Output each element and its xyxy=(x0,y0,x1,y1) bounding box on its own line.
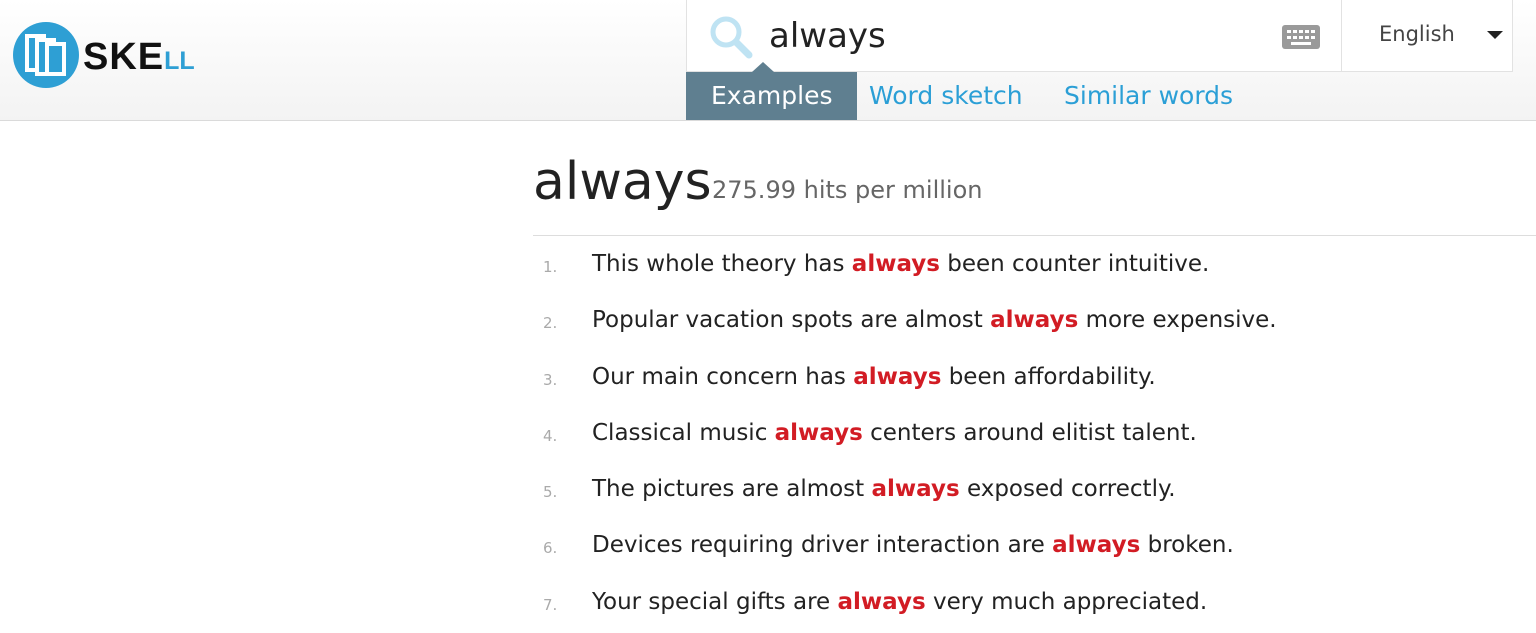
example-number: 3. xyxy=(543,370,558,389)
example-sentence: Classical music always centers around el… xyxy=(592,420,1197,446)
example-item: 6. Devices requiring driver interaction … xyxy=(533,519,1536,575)
sentence-after: broken. xyxy=(1140,532,1234,559)
logo-wordmark: SKELL xyxy=(83,38,195,76)
example-number: 1. xyxy=(543,258,558,276)
search-icon[interactable] xyxy=(707,13,755,61)
language-select[interactable]: English xyxy=(1341,0,1513,72)
example-sentence: The pictures are almost always exposed c… xyxy=(592,476,1176,502)
example-list: 1. This whole theory has always been cou… xyxy=(533,238,1536,632)
active-tab-pointer xyxy=(752,62,774,72)
example-number: 5. xyxy=(543,483,558,502)
sentence-before: This whole theory has xyxy=(592,251,852,277)
keyword-highlight: always xyxy=(774,419,863,446)
search-box xyxy=(686,0,1341,72)
language-selected-label: English xyxy=(1379,22,1455,46)
tab-examples[interactable]: Examples xyxy=(686,62,858,120)
logo-text-main: SKE xyxy=(83,36,165,78)
example-number: 2. xyxy=(543,314,558,333)
example-item: 3. Our main concern has always been affo… xyxy=(533,351,1536,407)
example-item: 7. Your special gifts are always very mu… xyxy=(533,576,1536,632)
example-sentence: Devices requiring driver interaction are… xyxy=(592,532,1234,558)
hits-per-million: 275.99 hits per million xyxy=(712,176,983,204)
sentence-before: Our main concern has xyxy=(592,363,854,390)
logo-text-accent: LL xyxy=(164,47,195,75)
divider xyxy=(533,235,1536,236)
example-item: 2. Popular vacation spots are almost alw… xyxy=(533,294,1536,350)
sentence-after: very much appreciated. xyxy=(925,588,1208,615)
example-sentence: This whole theory has always been counte… xyxy=(592,251,1209,277)
sentence-after: exposed correctly. xyxy=(959,476,1176,503)
example-number: 6. xyxy=(543,539,558,558)
example-number: 7. xyxy=(543,595,558,614)
sentence-before: The pictures are almost xyxy=(592,476,872,503)
tab-word-sketch[interactable]: Word sketch xyxy=(869,72,1023,120)
keyword-highlight: always xyxy=(990,307,1079,334)
sentence-before: Your special gifts are xyxy=(592,588,838,615)
sentence-after: more expensive. xyxy=(1078,307,1277,334)
sentence-before: Classical music xyxy=(592,419,775,446)
search-input[interactable] xyxy=(769,10,1249,62)
example-sentence: Our main concern has always been afforda… xyxy=(592,364,1156,390)
example-item: 5. The pictures are almost always expose… xyxy=(533,463,1536,519)
example-item: 1. This whole theory has always been cou… xyxy=(533,238,1536,294)
chevron-down-icon xyxy=(1487,31,1503,39)
keyboard-icon[interactable] xyxy=(1281,24,1321,50)
tab-similar-words-label: Similar words xyxy=(1064,81,1234,110)
tab-similar-words[interactable]: Similar words xyxy=(1064,72,1233,120)
sentence-after: centers around elitist talent. xyxy=(862,419,1197,446)
keyword-highlight: always xyxy=(837,588,926,615)
keyword-highlight: always xyxy=(853,363,942,390)
tab-word-sketch-label: Word sketch xyxy=(869,81,1023,110)
tab-examples-label: Examples xyxy=(711,81,833,110)
logo-circle-icon xyxy=(13,22,79,88)
headword-title: always xyxy=(533,152,712,212)
keyword-highlight: always xyxy=(1052,532,1141,559)
example-sentence: Popular vacation spots are almost always… xyxy=(592,307,1277,333)
header-bar: SKELL English Examples xyxy=(0,0,1536,121)
sentence-after: been affordability. xyxy=(941,363,1156,390)
sentence-after: been counter intuitive. xyxy=(939,251,1210,277)
example-item: 4. Classical music always centers around… xyxy=(533,407,1536,463)
sentence-before: Devices requiring driver interaction are xyxy=(592,532,1053,559)
example-sentence: Your special gifts are always very much … xyxy=(592,589,1207,615)
sentence-before: Popular vacation spots are almost xyxy=(592,307,991,334)
keyword-highlight: always xyxy=(871,476,960,503)
keyword-highlight: always xyxy=(851,251,940,277)
example-number: 4. xyxy=(543,426,558,445)
